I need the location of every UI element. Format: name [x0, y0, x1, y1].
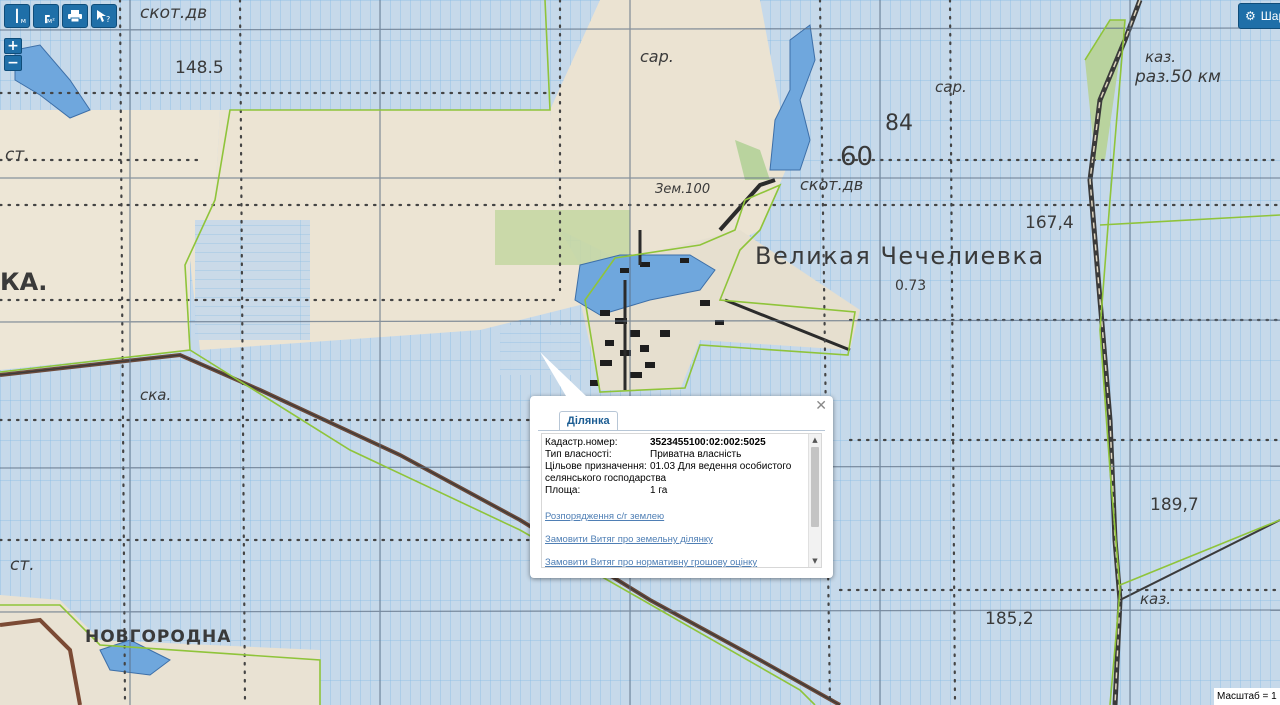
scroll-up-icon[interactable]: ▲: [809, 434, 821, 446]
print-button[interactable]: [62, 4, 88, 28]
zoom-control: + −: [4, 38, 22, 71]
zoom-in-button[interactable]: +: [4, 38, 22, 54]
zoom-out-button[interactable]: −: [4, 55, 22, 71]
measure-line-button[interactable]: ┃ м: [4, 4, 30, 28]
map-label: скот.дв: [140, 3, 207, 23]
map-canvas[interactable]: скот.дв 148.5 сар. 84 60 Зем.100 скот.дв…: [0, 0, 1280, 705]
parcel-info-popup: ✕ Ділянка Кадастр.номер: 3523455100:02:0…: [530, 352, 833, 578]
close-icon[interactable]: ✕: [815, 399, 827, 413]
detail-label: Площа:: [545, 485, 581, 496]
tab-divider: [538, 430, 825, 431]
detail-row-area: Площа: 1 га: [545, 485, 807, 497]
cursor-help-icon: ?: [97, 10, 110, 23]
measure-area-button[interactable]: ┏ м²: [33, 4, 59, 28]
map-toolbar: ┃ м ┏ м² ?: [4, 4, 117, 28]
gear-icon: ⚙: [1245, 9, 1256, 23]
detail-value: 01.03 Для ведення особистого: [650, 461, 792, 472]
scale-indicator: Масштаб = 1 :: [1214, 688, 1280, 705]
map-label: сар.: [935, 78, 967, 96]
parcel-details: Кадастр.номер: 3523455100:02:002:5025 Ти…: [545, 437, 807, 567]
detail-value: 1 га: [650, 485, 668, 496]
map-label: 167,4: [1025, 213, 1074, 233]
layers-button[interactable]: ⚙ Шар: [1238, 3, 1280, 29]
map-label: 185,2: [985, 609, 1034, 629]
map-label: НОВГОРОДНА: [85, 627, 231, 647]
cadastral-number: 3523455100:02:002:5025: [650, 437, 766, 448]
map-label: 84: [885, 111, 913, 136]
detail-value: Приватна власність: [650, 449, 742, 460]
layers-button-label: Шар: [1260, 9, 1280, 23]
land-disposal-link[interactable]: Розпорядження с/г землею: [545, 511, 807, 522]
map-label: КА.: [0, 268, 47, 296]
map-label: 148.5: [175, 58, 224, 78]
map-label: 0.73: [895, 278, 926, 294]
popup-content[interactable]: Кадастр.номер: 3523455100:02:002:5025 Ти…: [541, 433, 822, 568]
map-label: сар.: [640, 47, 674, 66]
detail-row-purpose: Цільове призначення: 01.03 Для ведення о…: [545, 461, 807, 473]
popup-scrollbar[interactable]: ▲ ▼: [808, 434, 821, 567]
detail-row-purpose-cont: селянського господарства: [545, 473, 807, 485]
identify-button[interactable]: ?: [91, 4, 117, 28]
map-label: каз.: [1145, 48, 1176, 66]
scroll-down-icon[interactable]: ▼: [809, 555, 821, 567]
map-label: раз.50 км: [1134, 67, 1221, 87]
unit-label: м: [20, 17, 26, 25]
map-label: ст.: [5, 145, 30, 165]
map-label: 60: [840, 142, 873, 172]
detail-row-cadastral: Кадастр.номер: 3523455100:02:002:5025: [545, 437, 807, 449]
map-label: ска.: [140, 386, 171, 404]
popup-pointer: [540, 352, 586, 396]
order-valuation-link[interactable]: Замовити Витяг про нормативну грошову оц…: [545, 557, 807, 567]
detail-label: Тип власності:: [545, 449, 612, 460]
map-label: скот.дв: [800, 175, 863, 194]
map-label: Великая Чечелиевка: [755, 242, 1045, 270]
map-label: ст.: [10, 555, 35, 575]
map-label: 189,7: [1150, 495, 1199, 515]
order-extract-link[interactable]: Замовити Витяг про земельну ділянку: [545, 534, 807, 545]
detail-row-ownership: Тип власності: Приватна власність: [545, 449, 807, 461]
tab-parcel[interactable]: Ділянка: [559, 411, 618, 431]
detail-label: Кадастр.номер:: [545, 437, 618, 448]
unit-label: м²: [46, 17, 55, 25]
printer-icon: [68, 10, 82, 22]
map-label: каз.: [1140, 590, 1171, 608]
map-label: Зем.100: [655, 182, 710, 197]
scroll-thumb[interactable]: [811, 447, 819, 527]
ruler-icon: ┃: [13, 9, 21, 23]
detail-value: селянського господарства: [545, 473, 667, 484]
detail-label: Цільове призначення:: [545, 461, 647, 472]
svg-text:?: ?: [106, 15, 110, 23]
